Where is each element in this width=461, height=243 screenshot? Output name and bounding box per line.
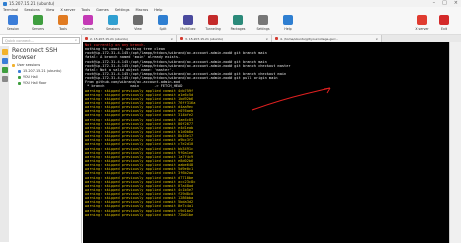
toolbar-label: Sessions xyxy=(106,27,120,31)
toolbar-icon xyxy=(208,15,218,25)
toolbar-button[interactable]: Exit xyxy=(434,15,454,34)
close-tab-icon[interactable]: × xyxy=(170,37,173,41)
session-icon xyxy=(12,63,15,67)
toolbar-label: Games xyxy=(82,27,94,31)
toolbar-label: Tools xyxy=(59,27,67,31)
menu-item[interactable]: View xyxy=(46,8,55,12)
session-label: User sessions xyxy=(17,63,41,67)
menu-item[interactable]: Sessions xyxy=(24,8,40,12)
session-icon xyxy=(18,75,21,79)
terminal-tab[interactable]: 3. 15.207.15.21 (ubuntu) × xyxy=(177,35,272,42)
toolbar-label: Settings xyxy=(256,27,270,31)
close-tab-icon[interactable]: × xyxy=(375,37,378,41)
toolbar-label: Session xyxy=(6,27,20,31)
tab-label: 4. /home/ubuntu/git/yourcollege-gurr... xyxy=(280,36,339,41)
toolbar-icon xyxy=(283,15,293,25)
toolbar-button[interactable]: Tunneling xyxy=(203,15,223,34)
terminal-tab[interactable]: 2. 15.207.15.21 (ubuntu) × xyxy=(82,35,177,42)
macros-icon[interactable] xyxy=(1,67,8,73)
tab-icon xyxy=(180,37,183,40)
toolbar-icon xyxy=(439,15,449,25)
session-tree-item[interactable]: YOU Hall floor xyxy=(12,80,61,86)
session-label: 15.207.15.21 (ubuntu) xyxy=(23,69,62,73)
toolbar-button[interactable]: Games xyxy=(78,15,98,34)
toolbar-label: View xyxy=(134,27,142,31)
session-label: YOU Hall floor xyxy=(23,81,47,85)
maximize-icon[interactable]: □ xyxy=(442,0,447,6)
toolbar-icon xyxy=(108,15,118,25)
toolbar-icon xyxy=(83,15,93,25)
toolbar-label: X server xyxy=(415,27,429,31)
toolbar-label: Help xyxy=(284,27,292,31)
close-tab-icon[interactable]: × xyxy=(265,37,268,41)
tab-icon xyxy=(275,37,278,40)
star-icon[interactable] xyxy=(1,49,8,55)
menu-item[interactable]: Games xyxy=(96,8,109,12)
tab-bar: 2. 15.207.15.21 (ubuntu) × 3. 15.207.15.21… xyxy=(82,35,461,42)
toolbar-label: Packages xyxy=(230,27,246,31)
toolbar-button[interactable]: Settings xyxy=(253,15,273,34)
toolbar-button[interactable]: X server xyxy=(412,15,432,34)
menu-item[interactable]: Terminal xyxy=(3,8,18,12)
toolbar-button[interactable]: Sessions xyxy=(103,15,123,34)
toolbar-icon xyxy=(158,15,168,25)
session-tree: User sessions 15.207.15.21 (ubuntu) YOU Ha… xyxy=(12,62,61,86)
session-icon xyxy=(18,69,21,73)
close-icon[interactable]: × xyxy=(454,0,458,6)
window-titlebar: 15.207.15.21 (ubuntu) – □ × xyxy=(0,0,461,7)
window-controls: – □ × xyxy=(433,0,458,6)
toolbar-button[interactable]: Tools xyxy=(53,15,73,34)
toolbar-icon xyxy=(258,15,268,25)
terminal-line: warning: skipped previously applied comm… xyxy=(85,213,447,217)
tab-icon xyxy=(85,37,88,40)
terminal[interactable]: Not currently on any branch. nothing to c… xyxy=(83,42,449,243)
sftp-icon[interactable] xyxy=(1,76,8,82)
toolbar-label: Exit xyxy=(440,27,448,31)
toolbar-button[interactable]: View xyxy=(128,15,148,34)
toolbar-icon xyxy=(33,15,43,25)
tools-icon[interactable] xyxy=(1,58,8,64)
toolbar-label: Split xyxy=(159,27,167,31)
menu-item[interactable]: Help xyxy=(154,8,162,12)
terminal-tab[interactable]: 4. /home/ubuntu/git/yourcollege-gurr... × xyxy=(272,35,382,42)
tab-label: 2. 15.207.15.21 (ubuntu) xyxy=(90,36,128,41)
menu-item[interactable]: Tools xyxy=(81,8,90,12)
minimize-icon[interactable]: – xyxy=(433,0,436,6)
toolbar-button[interactable]: Servers xyxy=(28,15,48,34)
toolbar: Session Servers Tools Games Sessions View Spli… xyxy=(0,13,461,35)
sidebar-side-strip xyxy=(0,46,9,242)
toolbar-button[interactable]: Help xyxy=(278,15,298,34)
sidebar: Quick connect... ⌕ Reconnect SSH browser… xyxy=(0,35,82,243)
right-scroll-panel[interactable] xyxy=(449,42,461,243)
menu-item[interactable]: Macros xyxy=(135,8,148,12)
app-icon xyxy=(3,1,7,6)
toolbar-button[interactable]: Split xyxy=(153,15,173,34)
toolbar-label: Servers xyxy=(31,27,45,31)
terminal-text: 72b01be xyxy=(178,212,194,217)
menu-item[interactable]: Settings xyxy=(115,8,130,12)
toolbar-button[interactable]: Session xyxy=(3,15,23,34)
toolbar-icon xyxy=(183,15,193,25)
window-title: 15.207.15.21 (ubuntu) xyxy=(9,1,55,6)
tab-label: 3. 15.207.15.21 (ubuntu) xyxy=(185,36,223,41)
terminal-text: warning: skipped previously applied comm… xyxy=(85,212,179,217)
toolbar-icon xyxy=(8,15,18,25)
quick-connect-input[interactable]: Quick connect... ⌕ xyxy=(2,37,80,44)
toolbar-icon xyxy=(417,15,427,25)
toolbar-icon xyxy=(133,15,143,25)
menu-item[interactable]: X server xyxy=(60,8,75,12)
toolbar-icon xyxy=(233,15,243,25)
session-icon xyxy=(18,81,21,85)
toolbar-label: Tunneling xyxy=(205,27,221,31)
toolbar-icon xyxy=(58,15,68,25)
search-icon: ⌕ xyxy=(74,38,77,42)
toolbar-button[interactable]: MultiExec xyxy=(178,15,198,34)
session-label: YOU Hall xyxy=(23,75,38,79)
sidebar-title: Reconnect SSH browser xyxy=(12,47,58,61)
toolbar-button[interactable]: Packages xyxy=(228,15,248,34)
toolbar-label: MultiExec xyxy=(180,27,196,31)
